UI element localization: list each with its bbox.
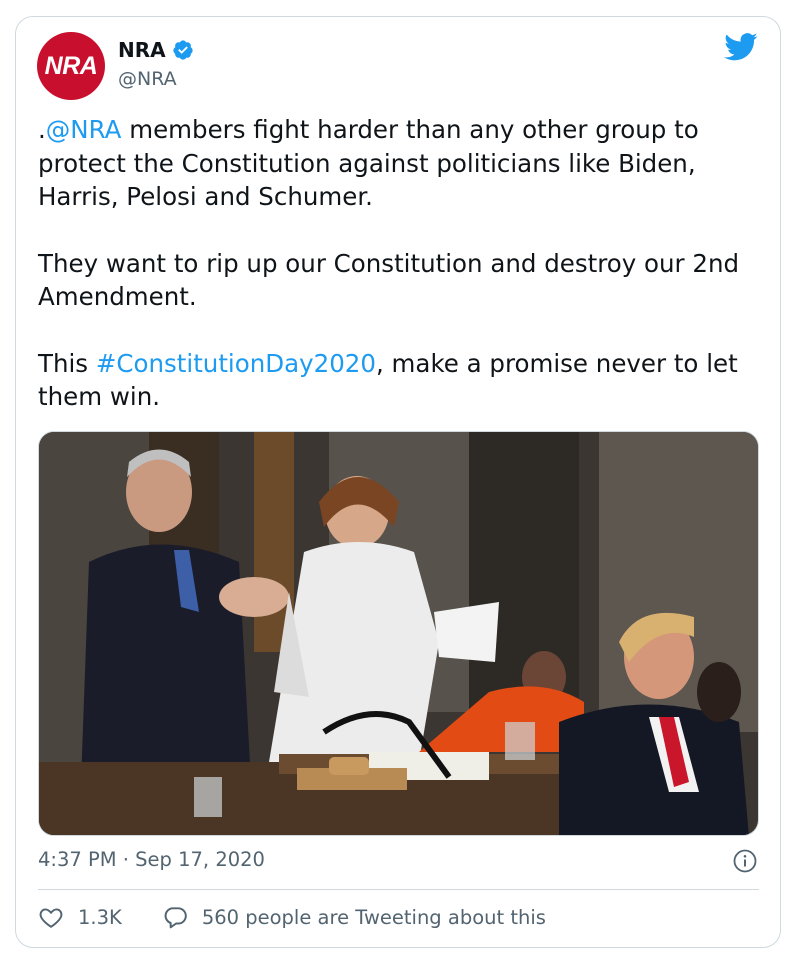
tweet-text: .@NRA members fight harder than any othe… [38, 113, 768, 447]
avatar[interactable]: NRA [37, 32, 105, 100]
like-button[interactable]: 1.3K [38, 904, 122, 930]
mention-link[interactable]: @NRA [46, 115, 122, 144]
tweet-paragraph-1: .@NRA members fight harder than any othe… [38, 113, 768, 214]
tweet-paragraph-2: They want to rip up our Constitution and… [38, 248, 740, 312]
info-icon[interactable] [733, 849, 757, 873]
reply-bubble-icon [164, 907, 187, 929]
divider [38, 889, 759, 890]
text-prefix: . [38, 115, 46, 144]
twitter-bird-icon[interactable] [724, 32, 758, 62]
hashtag-link[interactable]: #ConstitutionDay2020 [96, 349, 376, 378]
account-name-row[interactable]: NRA [118, 38, 194, 62]
text-prefix: This [38, 348, 96, 378]
like-count: 1.3K [78, 905, 122, 929]
photo-illustration [39, 432, 758, 835]
account-name[interactable]: NRA [118, 38, 166, 62]
account-handle[interactable]: @NRA [118, 68, 177, 90]
action-bar: 1.3K 560 people are Tweeting about this [38, 904, 546, 930]
tweet-photo[interactable] [38, 431, 759, 836]
verified-badge-icon [172, 40, 193, 60]
conversation-button[interactable]: 560 people are Tweeting about this [162, 904, 546, 930]
avatar-logo-text: NRA [44, 51, 98, 80]
tweet-paragraph-3: This #ConstitutionDay2020, make a promis… [38, 347, 768, 414]
conversation-text: 560 people are Tweeting about this [201, 905, 546, 929]
text-rest: members fight harder than any other grou… [38, 115, 699, 211]
tweet-timestamp[interactable]: 4:37 PM · Sep 17, 2020 [38, 848, 265, 871]
heart-icon [39, 908, 63, 928]
